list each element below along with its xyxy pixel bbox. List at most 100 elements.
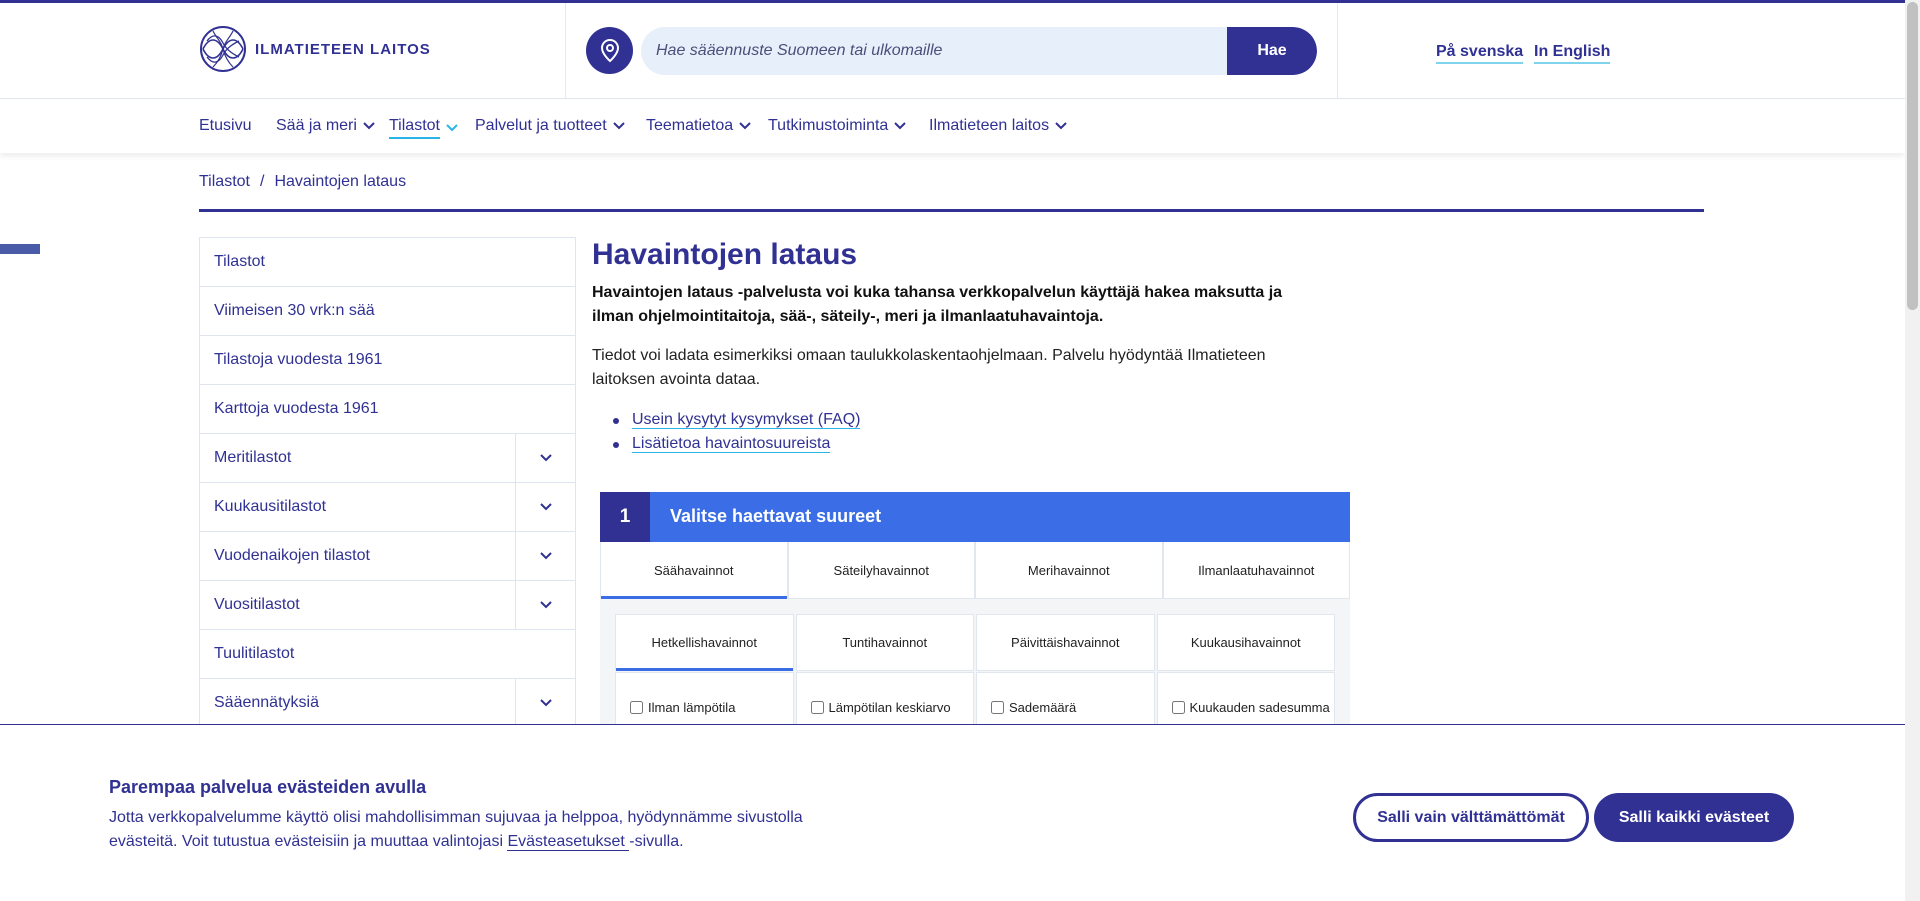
page-title: Havaintojen lataus [592, 238, 858, 271]
checkbox-ilman-lampotila[interactable] [630, 701, 643, 714]
tab-kuukausihavainnot[interactable]: Kuukausihavainnot [1156, 614, 1335, 671]
nav-item-tilastot[interactable]: Tilastot [389, 117, 458, 139]
link-list: Usein kysytyt kysymykset (FAQ) Lisätieto… [612, 408, 861, 456]
observation-info-link[interactable]: Lisätietoa havaintosuureista [632, 435, 831, 453]
breadcrumb-current: Havaintojen lataus [274, 173, 407, 190]
interval-tabs: Hetkellishavainnot Tuntihavainnot Päivit… [615, 614, 1335, 671]
expand-toggle[interactable] [515, 483, 575, 531]
step-number: 1 [600, 492, 650, 542]
nav-item-palvelut[interactable]: Palvelut ja tuotteet [475, 117, 625, 135]
chevron-down-icon [1055, 122, 1067, 130]
lang-swedish-link[interactable]: På svenska [1436, 43, 1524, 64]
search-input[interactable] [641, 27, 1227, 75]
sidebar-item-kuukausitilastot[interactable]: Kuukausitilastot [200, 483, 575, 532]
body-paragraph: Tiedot voi ladata esimerkiksi omaan taul… [592, 347, 1266, 388]
sidebar-item-label: Vuositilastot [214, 596, 300, 613]
faq-link[interactable]: Usein kysytyt kysymykset (FAQ) [632, 411, 861, 429]
lang-english-link[interactable]: In English [1534, 43, 1611, 64]
expand-toggle[interactable] [515, 679, 575, 727]
breadcrumb-rule [199, 209, 1704, 212]
sidebar-item-label: Tilastoja vuodesta 1961 [214, 351, 383, 368]
site-header: ILMATIETEEN LAITOS Hae På svenska In Eng… [0, 3, 1905, 99]
sidebar-nav: Tilastot Viimeisen 30 vrk:n sää Tilastoj… [199, 237, 576, 728]
scrollbar-thumb[interactable] [1907, 2, 1918, 310]
search-button[interactable]: Hae [1227, 27, 1317, 75]
nav-item-ilmatieteen-laitos[interactable]: Ilmatieteen laitos [929, 117, 1067, 135]
checkbox-item[interactable]: Kuukauden sadesumma [1156, 672, 1335, 732]
nav-label: Teematietoa [646, 117, 734, 134]
nav-label: Etusivu [199, 117, 252, 134]
tab-paivittaishavainnot[interactable]: Päivittäishavainnot [976, 614, 1155, 671]
checkbox-label: Lämpötilan keskiarvo [828, 700, 951, 715]
nav-item-saa-ja-meri[interactable]: Sää ja meri [276, 117, 375, 135]
sidebar-item-vuositilastot[interactable]: Vuositilastot [200, 581, 575, 630]
checkbox-lampotilan-keskiarvo[interactable] [810, 701, 824, 714]
location-pin-icon [600, 38, 619, 62]
step-title: Valitse haettavat suureet [670, 506, 882, 526]
chevron-down-icon [539, 601, 552, 609]
sidebar-item-label: Tuulitilastot [214, 645, 295, 662]
allow-necessary-button[interactable]: Salli vain välttämättömät [1353, 793, 1589, 842]
scrollbar[interactable] [1905, 0, 1920, 901]
breadcrumb-link-tilastot[interactable]: Tilastot [199, 173, 250, 191]
tab-ilmanlaatuhavainnot[interactable]: Ilmanlaatuhavainnot [1162, 542, 1350, 599]
checkbox-item[interactable]: Lämpötilan keskiarvo [795, 672, 974, 732]
side-feedback-tab[interactable] [0, 244, 40, 254]
chevron-down-icon [739, 122, 751, 130]
nav-label: Palvelut ja tuotteet [475, 117, 607, 134]
nav-item-tutkimustoiminta[interactable]: Tutkimustoiminta [768, 117, 907, 135]
cookie-settings-link[interactable]: Evästeasetukset [507, 833, 630, 851]
sidebar-item-label: Viimeisen 30 vrk:n sää [214, 302, 375, 319]
main-nav: Etusivu Sää ja meri Tilastot Palvelut ja… [0, 100, 1905, 153]
header-divider [1337, 3, 1338, 99]
tab-merihavainnot[interactable]: Merihavainnot [975, 542, 1163, 599]
expand-toggle[interactable] [515, 581, 575, 629]
chevron-down-icon [539, 699, 552, 707]
cookie-title: Parempaa palvelua evästeiden avulla [109, 777, 427, 797]
nav-label: Ilmatieteen laitos [929, 117, 1050, 134]
chevron-down-icon [612, 122, 625, 130]
sidebar-item-saaennatyksia[interactable]: Sääennätyksiä [200, 679, 575, 728]
sidebar-item-vuodenaikojen[interactable]: Vuodenaikojen tilastot [200, 532, 575, 581]
location-button[interactable] [586, 27, 633, 74]
observation-panel: Hetkellishavainnot Tuntihavainnot Päivit… [600, 599, 1350, 732]
header-divider [565, 3, 566, 99]
nav-label: Tilastot [389, 117, 440, 139]
chevron-down-icon [539, 454, 552, 462]
expand-toggle[interactable] [515, 532, 575, 580]
checkbox-sademaara[interactable] [991, 701, 1004, 714]
tab-tuntihavainnot[interactable]: Tuntihavainnot [795, 614, 974, 671]
nav-item-etusivu[interactable]: Etusivu [199, 117, 251, 135]
sidebar-item-tilastoja-1961[interactable]: Tilastoja vuodesta 1961 [200, 336, 575, 385]
step-header: 1 Valitse haettavat suureet [600, 492, 1350, 542]
sidebar-item-label: Karttoja vuodesta 1961 [214, 400, 379, 417]
checkbox-item[interactable]: Sademäärä [976, 672, 1155, 732]
nav-item-teematietoa[interactable]: Teematietoa [646, 117, 751, 135]
checkbox-item[interactable]: Ilman lämpötila [615, 672, 794, 732]
expand-toggle[interactable] [515, 434, 575, 482]
sidebar-item-viimeisen-30[interactable]: Viimeisen 30 vrk:n sää [200, 287, 575, 336]
tab-sateilyhavainnot[interactable]: Säteilyhavainnot [787, 542, 975, 599]
lead-paragraph: Havaintojen lataus -palvelusta voi kuka … [592, 284, 1283, 325]
sidebar-item-label: Tilastot [214, 253, 265, 270]
nav-label: Tutkimustoiminta [768, 117, 889, 134]
chevron-down-icon [539, 552, 552, 560]
site-logo[interactable]: ILMATIETEEN LAITOS [199, 25, 431, 73]
sidebar-item-karttoja-1961[interactable]: Karttoja vuodesta 1961 [200, 385, 575, 434]
checkbox-label: Ilman lämpötila [648, 700, 736, 715]
sidebar-item-meritilastot[interactable]: Meritilastot [200, 434, 575, 483]
tab-saahavainnot[interactable]: Säähavainnot [600, 542, 788, 599]
parameter-checkboxes: Ilman lämpötila Lämpötilan keskiarvo Sad… [615, 672, 1335, 732]
checkbox-kuukauden-sadesumma[interactable] [1171, 701, 1185, 714]
cookie-text-before: Jotta verkkopalvelumme käyttö olisi mahd… [109, 809, 803, 850]
cookie-text-after: -sivulla. [629, 833, 684, 850]
list-item: Lisätietoa havaintosuureista [612, 432, 860, 456]
breadcrumb-separator: / [259, 173, 265, 190]
chevron-down-icon [363, 122, 375, 130]
allow-all-button[interactable]: Salli kaikki evästeet [1594, 793, 1794, 842]
fmi-logo-icon [200, 26, 246, 72]
sidebar-item-tuulitilastot[interactable]: Tuulitilastot [200, 630, 575, 679]
sidebar-item-tilastot[interactable]: Tilastot [200, 238, 575, 287]
logo-text: ILMATIETEEN LAITOS [255, 40, 431, 58]
tab-hetkellishavainnot[interactable]: Hetkellishavainnot [615, 614, 794, 671]
